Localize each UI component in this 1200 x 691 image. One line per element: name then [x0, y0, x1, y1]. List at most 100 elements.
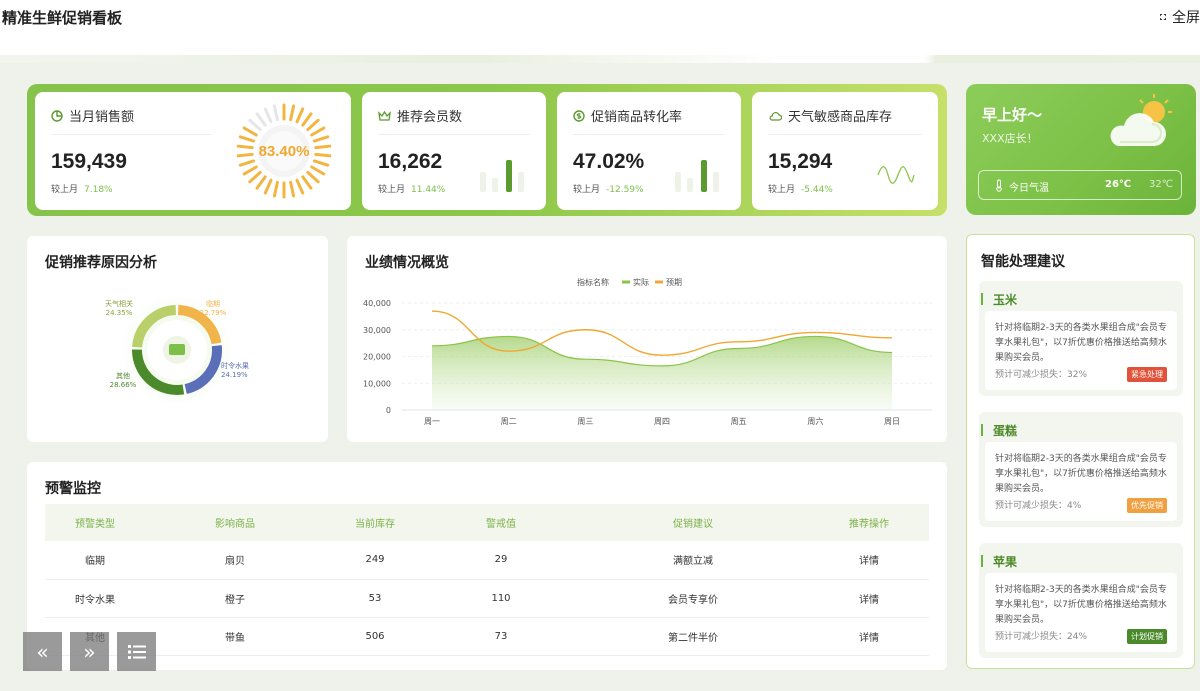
- divider: [573, 134, 725, 135]
- column-header: 预警类型: [45, 504, 145, 541]
- divider: [378, 134, 530, 135]
- cell-threshold: 73: [425, 617, 577, 656]
- pie-chart-icon: [51, 109, 63, 122]
- suggestion-box: 针对将临期2-3天的各类水果组合成"会员专享水果礼包"，以7折优惠价格推送给高频…: [985, 573, 1177, 652]
- menu-button[interactable]: [117, 632, 156, 671]
- accent-bar: [981, 424, 983, 436]
- gauge-tick: [238, 135, 256, 143]
- user-name: XXX店长！: [982, 132, 1038, 145]
- kpi-title-text: 推荐会员数: [397, 110, 463, 125]
- compare-label: 较上月: [378, 185, 406, 195]
- cell-type: 时令水果: [45, 579, 145, 618]
- donut-pct: 28.66%: [110, 381, 137, 389]
- kpi-card-conversion: 促销商品转化率 47.02% 较上月 -12.59%: [557, 92, 741, 210]
- gauge-tick: [301, 112, 313, 127]
- x-tick-label: 周日: [884, 417, 900, 426]
- legend-actual: 实际: [633, 277, 649, 287]
- y-tick-label: 10,000: [363, 379, 391, 388]
- mini-wave-chart: [877, 166, 915, 184]
- x-tick-label: 周五: [731, 417, 747, 426]
- gauge-tick: [310, 165, 326, 176]
- table-row: 其他 带鱼 506 73 第二件半价 详情: [45, 617, 929, 656]
- y-tick-label: 0: [386, 406, 391, 415]
- gauge-tick: [238, 159, 256, 167]
- series-area-actual: [432, 336, 892, 410]
- gauge-tick: [236, 152, 254, 158]
- gauge-tick: [295, 107, 305, 124]
- suggestion-name: 玉米: [993, 293, 1018, 307]
- suggestion-text: 针对将临期2-3天的各类水果组合成"会员专享水果礼包"，以7折优惠价格推送给高频…: [995, 585, 1167, 625]
- compare-value: 11.44%: [411, 185, 446, 195]
- kpi-title-text: 当月销售额: [69, 110, 135, 125]
- kpi-value: 159,439: [51, 150, 127, 173]
- crown-icon: [378, 110, 391, 121]
- gauge-tick: [295, 178, 305, 195]
- suggestion-item[interactable]: 苹果 针对将临期2-3天的各类水果组合成"会员专享水果礼包"，以7折优惠价格推送…: [979, 543, 1183, 658]
- gauge-tick: [289, 104, 296, 122]
- donut-label: 时令水果: [221, 361, 249, 370]
- prev-button[interactable]: «: [23, 632, 62, 671]
- thermometer-icon: [996, 179, 1002, 192]
- suggestion-item[interactable]: 蛋糕 针对将临期2-3天的各类水果组合成"会员专享水果礼包"，以7折优惠价格推送…: [979, 412, 1183, 527]
- priority-tag: 计划促销: [1127, 629, 1167, 644]
- slide-nav: « »: [23, 632, 156, 671]
- y-tick-label: 30,000: [363, 326, 391, 335]
- suggestion-name: 苹果: [993, 555, 1018, 569]
- kpi-card-sales: 当月销售额 159,439 较上月 7.18% 83.40%: [35, 92, 351, 210]
- gauge-tick: [248, 118, 262, 132]
- suggestion-item[interactable]: 玉米 针对将临期2-3天的各类水果组合成"会员专享水果礼包"，以7折优惠价格推送…: [979, 281, 1183, 396]
- cell-product: 扇贝: [145, 541, 325, 580]
- gauge-tick: [314, 144, 332, 150]
- donut-pct: 24.19%: [221, 371, 248, 379]
- gauge-tick: [255, 175, 267, 190]
- donut-pct: 24.35%: [106, 309, 133, 317]
- accent-bar: [981, 555, 983, 567]
- donut-label: 天气相关: [105, 299, 133, 308]
- compare-label: 较上月: [51, 185, 79, 195]
- y-tick-label: 20,000: [363, 353, 391, 362]
- table-row: 临期 扇贝 249 29 满额立减 详情: [45, 541, 929, 580]
- gauge-tick: [314, 152, 332, 158]
- gauge-tick: [310, 126, 326, 137]
- divider: [51, 134, 211, 135]
- divider: [768, 134, 922, 135]
- kpi-compare: 较上月 -12.59%: [573, 182, 644, 195]
- priority-tag: 优先促销: [1127, 498, 1167, 513]
- column-header: 警戒值: [425, 504, 577, 541]
- cell-suggestion: 会员专享价: [577, 579, 809, 618]
- top-bar: 精准生鲜促销看板 全屏: [0, 0, 1200, 58]
- gauge-tick: [248, 170, 262, 184]
- column-header: 推荐操作: [809, 504, 929, 541]
- kpi-title: 天气敏感商品库存: [768, 106, 892, 125]
- next-button[interactable]: »: [70, 632, 109, 671]
- suggestion-box: 针对将临期2-3天的各类水果组合成"会员专享水果礼包"，以7折优惠价格推送给高频…: [985, 442, 1177, 521]
- cell-suggestion: 满额立减: [577, 541, 809, 580]
- fullscreen-label: 全屏: [1172, 10, 1200, 26]
- x-tick-label: 周三: [577, 417, 593, 426]
- details-link[interactable]: 详情: [809, 579, 929, 618]
- donut-pct: 22.79%: [200, 309, 227, 317]
- sun-cloud-icon: [1110, 94, 1172, 146]
- legend-title: 指标名称: [577, 277, 609, 287]
- gauge-tick: [301, 175, 313, 190]
- cell-type: 临期: [45, 541, 145, 580]
- reason-donut-chart: 临期22.79% 时令水果24.19% 其他28.66% 天气相关24.35%: [105, 294, 249, 406]
- table-header-row: 预警类型 影响商品 当前库存 警戒值 促销建议 推荐操作: [45, 504, 929, 541]
- mini-bar-chart: [480, 160, 524, 192]
- cell-stock: 249: [325, 541, 425, 580]
- column-header: 促销建议: [577, 504, 809, 541]
- warning-table: 预警类型 影响商品 当前库存 警戒值 促销建议 推荐操作 临期 扇贝 249 2…: [45, 504, 929, 656]
- kpi-title: 当月销售额: [51, 106, 134, 125]
- suggestion-text: 针对将临期2-3天的各类水果组合成"会员专享水果礼包"，以7折优惠价格推送给高频…: [995, 454, 1167, 494]
- page-title: 精准生鲜促销看板: [2, 9, 123, 27]
- section-title: 业绩情况概览: [365, 255, 449, 271]
- x-tick-label: 周四: [654, 417, 670, 426]
- section-title: 促销推荐原因分析: [45, 255, 157, 271]
- cell-stock: 53: [325, 579, 425, 618]
- fullscreen-button[interactable]: 全屏: [1160, 7, 1200, 27]
- section-title: 智能处理建议: [981, 254, 1065, 270]
- details-link[interactable]: 详情: [809, 541, 929, 580]
- suggestion-box: 针对将临期2-3天的各类水果组合成"会员专享水果礼包"，以7折优惠价格推送给高频…: [985, 311, 1177, 390]
- kpi-value: 15,294: [768, 150, 833, 173]
- details-link[interactable]: 详情: [809, 617, 929, 656]
